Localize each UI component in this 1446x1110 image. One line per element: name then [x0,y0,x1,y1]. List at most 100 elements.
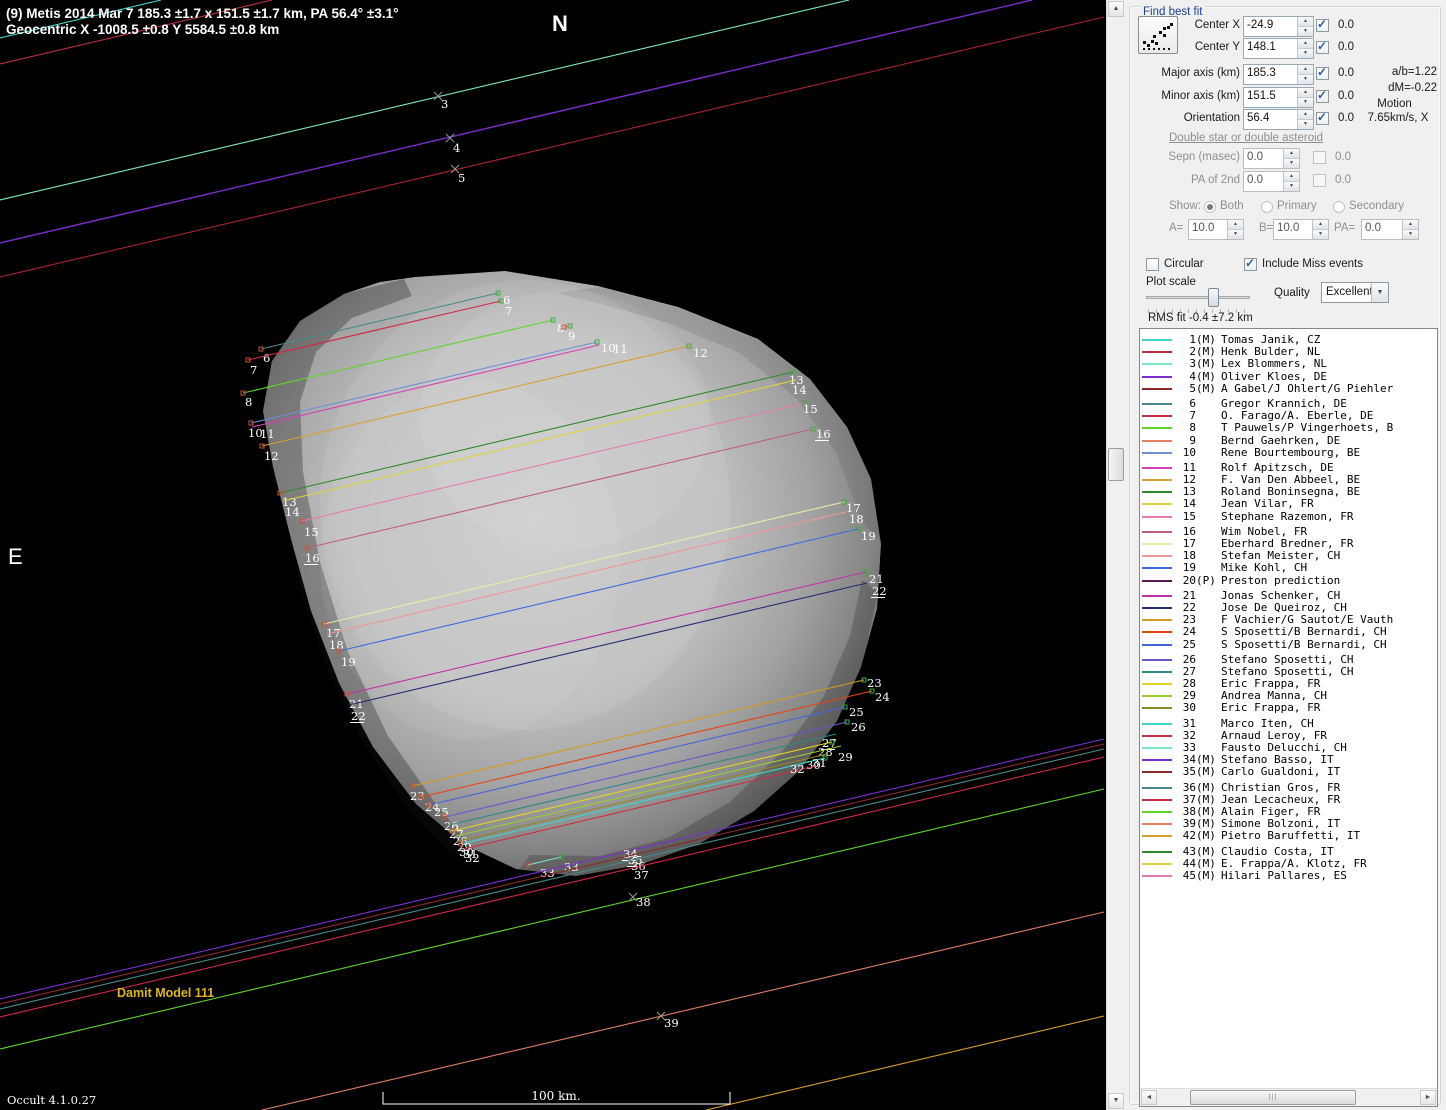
observer-row-27[interactable]: 27Stefano Sposetti, CH [1142,665,1437,677]
observer-list[interactable]: 1(M)Tomas Janik, CZ2(M)Henk Bulder, NL3(… [1139,328,1438,1107]
show-both-radio[interactable] [1204,201,1216,213]
major-axis-fit-checkbox[interactable] [1316,67,1329,80]
chord-label-12: 12 [693,346,708,360]
circular-checkbox[interactable] [1146,258,1159,271]
occultation-plot-canvas[interactable]: 3456677889101011111212131314141515161617… [0,0,1106,1110]
show-secondary-radio[interactable] [1333,201,1345,213]
center-x-fit-checkbox[interactable] [1316,19,1329,32]
minor-axis-fit-checkbox[interactable] [1316,90,1329,103]
observer-row-13[interactable]: 13Roland Boninsegna, BE [1142,485,1437,497]
observer-row-25[interactable]: 25S Sposetti/B Bernardi, CH [1142,638,1437,650]
separation-label: Sepn (masec) [1134,151,1240,163]
chord-label-7: 7 [505,304,512,318]
observer-row-3[interactable]: 3(M)Lex Blommers, NL [1142,357,1437,369]
observer-row-16[interactable]: 16Wim Nobel, FR [1142,525,1437,537]
show-primary-radio[interactable] [1261,201,1273,213]
observer-row-42[interactable]: 42(M)Pietro Baruffetti, IT [1142,829,1437,841]
observer-row-4[interactable]: 4(M)Oliver Kloes, DE [1142,370,1437,382]
observer-name: Marco Iten, CH [1221,717,1314,729]
observer-row-12[interactable]: 12F. Van Den Abbeel, BE [1142,473,1437,485]
observer-row-5[interactable]: 5(M)A Gabel/J Ohlert/G Piehler [1142,382,1437,394]
include-miss-events-checkbox[interactable] [1244,258,1257,271]
observer-row-7[interactable]: 7O. Farago/A. Eberle, DE [1142,409,1437,421]
major-axis-error: 0.0 [1338,67,1354,79]
chord-color-swatch [1142,351,1172,353]
observer-name: Hilari Pallares, ES [1221,869,1347,881]
observer-row-30[interactable]: 30Eric Frappa, FR [1142,701,1437,713]
center-y-input[interactable]: 148.1▲▼ [1243,38,1314,59]
observer-row-20[interactable]: 20(P)Preston prediction [1142,574,1437,586]
observer-row-26[interactable]: 26Stefano Sposetti, CH [1142,653,1437,665]
observer-row-43[interactable]: 43(M)Claudio Costa, IT [1142,845,1437,857]
observer-row-37[interactable]: 37(M)Jean Lecacheux, FR [1142,793,1437,805]
observer-row-33[interactable]: 33Fausto Delucchi, CH [1142,741,1437,753]
observer-row-32[interactable]: 32Arnaud Leroy, FR [1142,729,1437,741]
observer-row-18[interactable]: 18Stefan Meister, CH [1142,549,1437,561]
plot-scale-slider-track[interactable] [1146,296,1250,299]
major-axis-input[interactable]: 185.3▲▼ [1243,64,1314,85]
observer-row-17[interactable]: 17Eberhard Bredner, FR [1142,537,1437,549]
observer-row-36[interactable]: 36(M)Christian Gros, FR [1142,781,1437,793]
observer-row-45[interactable]: 45(M)Hilari Pallares, ES [1142,869,1437,881]
observer-row-9[interactable]: 9Bernd Gaehrken, DE [1142,434,1437,446]
observer-row-23[interactable]: 23F Vachier/G Sautot/E Vauth [1142,613,1437,625]
orientation-input[interactable]: 56.4▲▼ [1243,109,1314,130]
major-axis-label: Major axis (km) [1134,67,1240,79]
observer-row-44[interactable]: 44(M)E. Frappa/A. Klotz, FR [1142,857,1437,869]
observer-row-11[interactable]: 11Rolf Apitzsch, DE [1142,461,1437,473]
pa2-input[interactable]: 0.0▲▼ [1361,219,1419,240]
observer-row-21[interactable]: 21Jonas Schenker, CH [1142,589,1437,601]
observer-row-1[interactable]: 1(M)Tomas Janik, CZ [1142,333,1437,345]
observer-row-35[interactable]: 35(M)Carlo Gualdoni, IT [1142,765,1437,777]
pa-of-2nd-input[interactable]: 0.0▲▼ [1243,171,1300,192]
observer-row-15[interactable]: 15Stephane Razemon, FR [1142,510,1437,522]
chord-label-14: 14 [285,505,300,519]
separation-input[interactable]: 0.0▲▼ [1243,148,1300,169]
minor-axis-input[interactable]: 151.5▲▼ [1243,87,1314,108]
observer-row-34[interactable]: 34(M)Stefano Basso, IT [1142,753,1437,765]
scroll-up-icon[interactable] [1108,1,1124,17]
quality-dropdown[interactable]: Excellent ▼ [1321,282,1389,303]
scroll-right-icon[interactable] [1420,1090,1436,1105]
observer-row-28[interactable]: 28Eric Frappa, FR [1142,677,1437,689]
center-x-input[interactable]: -24.9▲▼ [1243,16,1314,37]
observer-list-horizontal-scrollbar[interactable] [1140,1088,1437,1106]
chevron-down-icon[interactable]: ▼ [1371,283,1388,302]
observer-number: 32 [1178,729,1196,741]
plot-scale-slider-thumb[interactable] [1208,288,1219,307]
observer-name: Jonas Schenker, CH [1221,589,1340,601]
observer-row-39[interactable]: 39(M)Simone Bolzoni, IT [1142,817,1437,829]
pa-of-2nd-fit-checkbox[interactable] [1313,174,1326,187]
observer-row-29[interactable]: 29Andrea Manna, CH [1142,689,1437,701]
a-input[interactable]: 10.0▲▼ [1188,219,1244,240]
observer-name: Oliver Kloes, DE [1221,370,1327,382]
observer-row-10[interactable]: 10Rene Bourtembourg, BE [1142,446,1437,458]
observer-row-14[interactable]: 14Jean Vilar, FR [1142,497,1437,509]
chord-label-7: 7 [250,363,257,377]
observer-row-6[interactable]: 6Gregor Krannich, DE [1142,397,1437,409]
observer-row-22[interactable]: 22Jose De Queiroz, CH [1142,601,1437,613]
b-input[interactable]: 10.0▲▼ [1273,219,1329,240]
observer-row-38[interactable]: 38(M)Alain Figer, FR [1142,805,1437,817]
vertical-scroll-thumb[interactable] [1108,448,1124,481]
observer-number: 27 [1178,665,1196,677]
observer-row-19[interactable]: 19Mike Kohl, CH [1142,561,1437,573]
observer-row-2[interactable]: 2(M)Henk Bulder, NL [1142,345,1437,357]
observer-number: 34 [1178,753,1196,765]
scroll-left-icon[interactable] [1141,1090,1157,1105]
chord-color-swatch [1142,619,1172,621]
center-y-fit-checkbox[interactable] [1316,41,1329,54]
horizontal-scroll-thumb[interactable] [1190,1090,1356,1105]
observer-row-31[interactable]: 31Marco Iten, CH [1142,717,1437,729]
observer-row-24[interactable]: 24S Sposetti/B Bernardi, CH [1142,625,1437,637]
rms-fit-value: RMS fit -0.4 ±7.2 km [1148,312,1253,324]
observer-row-8[interactable]: 8T Pauwels/P Vingerhoets, B [1142,421,1437,433]
separation-fit-checkbox[interactable] [1313,151,1326,164]
observer-number: 16 [1178,525,1196,537]
chord-label-32: 32 [465,851,480,865]
scroll-down-icon[interactable] [1108,1093,1124,1109]
orientation-fit-checkbox[interactable] [1316,112,1329,125]
observer-number: 19 [1178,561,1196,573]
chord-label-16: 16 [816,427,831,441]
plot-vertical-scrollbar[interactable] [1106,0,1125,1110]
